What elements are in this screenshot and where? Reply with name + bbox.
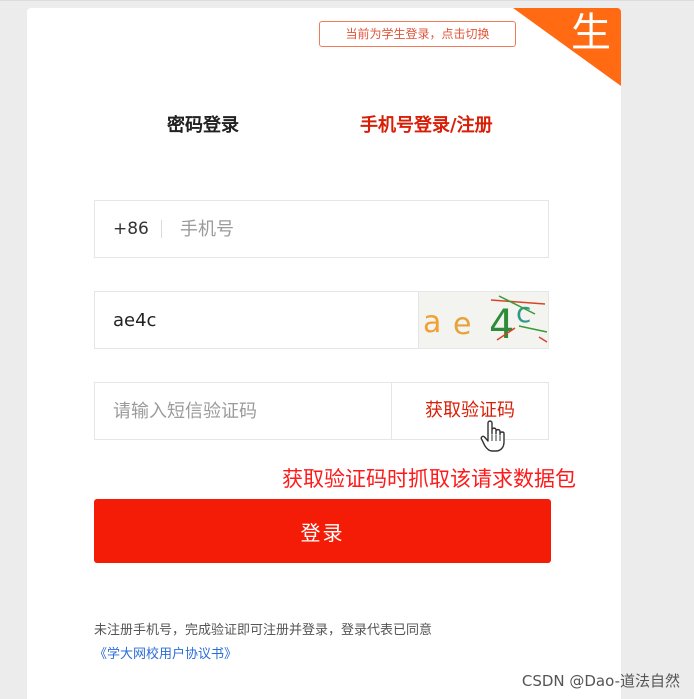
captcha-field: a e 4 c	[94, 291, 549, 349]
phone-input[interactable]	[180, 215, 520, 243]
get-sms-code-button[interactable]: 获取验证码	[391, 383, 548, 439]
captcha-graphic: a e 4 c	[423, 295, 548, 348]
annotation-text: 获取验证码时抓取该请求数据包	[282, 467, 576, 491]
role-switch-badge[interactable]: 当前为学生登录，点击切换	[319, 21, 516, 47]
captcha-char: 4	[489, 302, 514, 348]
csdn-watermark: CSDN @Dao-道法自然	[521, 672, 680, 690]
phone-field: +86	[94, 200, 549, 258]
sms-code-input[interactable]	[113, 397, 393, 425]
agreement-text: 未注册手机号，完成验证即可注册并登录，登录代表已同意	[94, 623, 433, 638]
login-card: 生 当前为学生登录，点击切换 密码登录 手机号登录/注册 +86 a e 4 c…	[27, 8, 621, 699]
top-divider	[0, 0, 694, 1]
agreement-link[interactable]: 《学大网校用户协议书》	[94, 643, 237, 662]
captcha-image[interactable]: a e 4 c	[418, 292, 548, 348]
login-button[interactable]: 登录	[94, 499, 551, 563]
hand-cursor-icon	[480, 419, 506, 457]
captcha-input[interactable]	[113, 306, 413, 334]
country-separator	[161, 220, 162, 238]
role-corner-label[interactable]: 生	[571, 10, 611, 56]
captcha-char: a	[423, 305, 441, 340]
captcha-noise-line	[538, 336, 548, 343]
captcha-noise-line	[518, 325, 548, 333]
country-code[interactable]: +86	[113, 219, 149, 239]
tab-phone-login[interactable]: 手机号登录/注册	[360, 111, 493, 137]
tab-password-login[interactable]: 密码登录	[167, 111, 239, 137]
captcha-char: c	[516, 296, 531, 329]
captcha-char: e	[453, 307, 471, 342]
